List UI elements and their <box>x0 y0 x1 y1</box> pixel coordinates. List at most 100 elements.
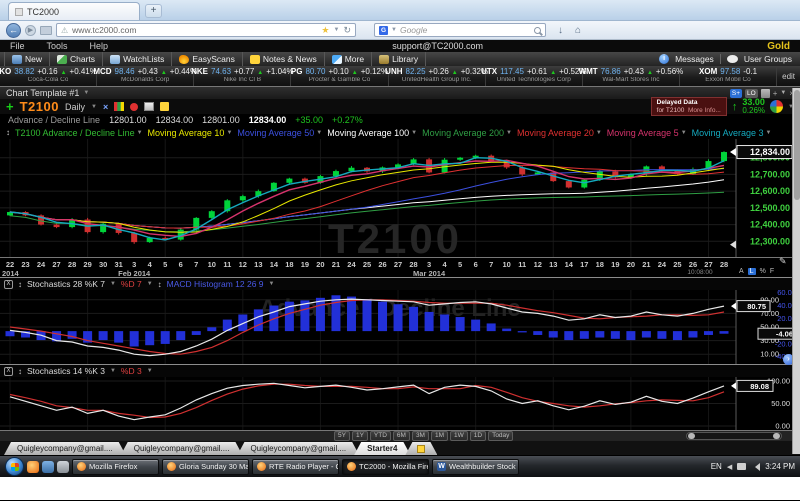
menu-file[interactable]: File <box>10 41 25 51</box>
ticker-item[interactable]: MCD98.46+0.43▲+0.44%McDonalds Corp <box>97 66 194 86</box>
stochastics28-d-label[interactable]: %D 7 <box>121 279 142 289</box>
chart-template-selector[interactable]: Chart Template #1 <box>6 88 79 98</box>
axis-mode-l[interactable]: L <box>748 268 756 275</box>
stochastics28-label[interactable]: Stochastics 28 %K 7 <box>27 279 105 289</box>
zoom-1m[interactable]: 1M <box>431 431 448 441</box>
document-quicklaunch-icon[interactable] <box>57 461 69 473</box>
resize-handle-icon[interactable]: ↕ <box>18 367 22 376</box>
messages-button[interactable]: Messages <box>675 54 714 64</box>
zoom-6m[interactable]: 6M <box>393 431 410 441</box>
pencil-icon[interactable]: ✎ <box>779 256 787 267</box>
calendar-icon[interactable] <box>144 102 154 111</box>
close-panel-icon[interactable]: X <box>4 280 13 289</box>
axis-mode-%[interactable]: % <box>760 268 766 275</box>
axis-mode-a[interactable]: A <box>739 268 744 275</box>
back-icon[interactable]: ← <box>6 23 21 38</box>
user-groups-button[interactable]: User Groups <box>744 54 792 64</box>
reload-icon[interactable]: ↻ <box>343 25 351 36</box>
legend-item[interactable]: Moving Average 50▼ <box>237 128 322 138</box>
drawing-tools-icon[interactable]: × <box>103 102 108 112</box>
browser-tab[interactable]: TC2000 <box>8 2 140 20</box>
stochastics14-d-label[interactable]: %D 3 <box>121 366 142 376</box>
record-icon[interactable] <box>130 103 138 111</box>
symbol-label[interactable]: T2100 <box>20 99 59 114</box>
toolbar-button-library[interactable]: Library <box>372 52 426 66</box>
axis-mode-f[interactable]: F <box>770 268 774 275</box>
clock[interactable]: 3:24 PM <box>765 462 795 471</box>
new-layout-tab-button[interactable] <box>405 442 437 455</box>
menu-help[interactable]: Help <box>90 41 109 51</box>
resize-handle-icon[interactable]: ↕ <box>6 128 10 137</box>
menu-tools[interactable]: Tools <box>47 41 68 51</box>
task-button[interactable]: Gloria Sunday 30 Ma... <box>162 459 249 475</box>
zoom-today[interactable]: Today <box>488 431 513 441</box>
ticker-item[interactable]: UNH82.25+0.26▲+0.32%UnitedHealth Group I… <box>389 66 486 86</box>
tray-chevron-icon[interactable]: ◀ <box>727 463 732 471</box>
explorer-quicklaunch-icon[interactable] <box>42 461 54 473</box>
search-engine-icon[interactable]: G <box>379 26 388 35</box>
note-icon[interactable] <box>160 102 169 111</box>
macd-histogram-label[interactable]: MACD Histogram 12 26 9 <box>167 279 264 289</box>
toolbar-button-new[interactable]: New <box>4 52 50 66</box>
zoom-1y[interactable]: 1Y <box>352 431 368 441</box>
legend-item[interactable]: Moving Average 200▼ <box>422 128 512 138</box>
toolbar-button-more[interactable]: More <box>325 52 372 66</box>
resize-handle-icon[interactable]: ↕ <box>158 280 162 289</box>
resize-handle-icon[interactable]: ↕ <box>18 280 22 289</box>
task-button[interactable]: RTE Radio Player - Gl... <box>252 459 339 475</box>
search-input[interactable] <box>400 25 531 35</box>
legend-item[interactable]: Moving Average 5▼ <box>607 128 687 138</box>
download-icon[interactable]: ↓ <box>558 25 563 36</box>
color-wheel-icon[interactable] <box>770 100 783 113</box>
zoom-1w[interactable]: 1W <box>450 431 468 441</box>
close-panel-icon[interactable]: X <box>4 367 13 376</box>
zoom-ytd[interactable]: YTD <box>370 431 391 441</box>
date-axis[interactable]: 2223242728293031345671011121314181920212… <box>0 257 800 277</box>
new-tab-button[interactable]: + <box>145 4 162 18</box>
legend-item[interactable]: Moving Average 100▼ <box>327 128 417 138</box>
ticker-item[interactable]: NKE74.63+0.77▲+1.04%Nike Inc Cl B <box>194 66 291 86</box>
toolbar-button-charts[interactable]: Charts <box>50 52 103 66</box>
chart-style-icon[interactable] <box>114 102 124 111</box>
forward-icon[interactable]: ▶ <box>25 25 36 36</box>
stochastic-panel[interactable]: 100.0050.000.0089.08 <box>0 377 800 430</box>
ticker-item[interactable]: PG80.70+0.10▲+0.12%Procter & Gamble Co <box>291 66 388 86</box>
legend-item[interactable]: T2100 Advance / Decline Line▼ <box>15 128 143 138</box>
task-button[interactable]: TC2000 - Mozilla Fire... <box>342 459 429 475</box>
layout-tab[interactable]: Quigleycompany@gmail.... <box>121 442 243 455</box>
search-field[interactable]: G ▼ <box>374 23 546 37</box>
chevron-down-icon[interactable]: ▼ <box>780 90 786 96</box>
ticker-item[interactable]: KO38.82+0.16▲+0.41%Coca-Cola Co <box>0 66 97 86</box>
toolbar-button-watchlists[interactable]: WatchLists <box>103 52 172 66</box>
home-icon[interactable]: ⌂ <box>575 25 581 36</box>
layout-tab[interactable]: Quigleycompany@gmail.... <box>4 442 126 455</box>
zoom-1d[interactable]: 1D <box>470 431 486 441</box>
url-dropdown-icon[interactable]: ▼ <box>334 27 340 33</box>
task-button[interactable]: Mozilla Firefox <box>72 459 159 475</box>
more-info-link[interactable]: More Info... <box>688 107 721 114</box>
chart-horizontal-scrollbar[interactable] <box>686 432 782 440</box>
zoom-3m[interactable]: 3M <box>412 431 429 441</box>
task-button[interactable]: WWealthbuilder Stock ... <box>432 459 519 475</box>
ticker-edit-link[interactable]: edit <box>777 66 800 86</box>
search-icon[interactable] <box>534 27 541 34</box>
ticker-item[interactable]: XOM97.58-0.1Exxon Mobil Co <box>680 66 777 86</box>
speaker-icon[interactable] <box>751 463 760 471</box>
toolbar-button-notes-news[interactable]: Notes & News <box>243 52 325 66</box>
browser-vertical-scrollbar[interactable] <box>792 88 800 454</box>
add-symbol-icon[interactable]: + <box>6 100 14 113</box>
keyboard-language[interactable]: EN <box>711 462 722 471</box>
folder-icon[interactable] <box>40 26 52 35</box>
url-field[interactable]: ⚠ www.tc2000.com ★ ▼ ↻ <box>56 23 356 37</box>
start-button[interactable] <box>5 457 24 476</box>
legend-item[interactable]: Moving Average 10▼ <box>148 128 233 138</box>
zoom-5y[interactable]: 5Y <box>334 431 350 441</box>
toolbar-button-easyscans[interactable]: EasyScans <box>172 52 243 66</box>
scroll-handle-left[interactable] <box>688 433 695 439</box>
stochastics14-label[interactable]: Stochastics 14 %K 3 <box>27 366 105 376</box>
layout-tab[interactable]: Quigleycompany@gmail.... <box>237 442 359 455</box>
bookmark-star-icon[interactable]: ★ <box>321 25 329 36</box>
network-icon[interactable] <box>737 463 746 470</box>
legend-item[interactable]: Moving Average 3▼ <box>692 128 772 138</box>
legend-item[interactable]: Moving Average 20▼ <box>517 128 602 138</box>
